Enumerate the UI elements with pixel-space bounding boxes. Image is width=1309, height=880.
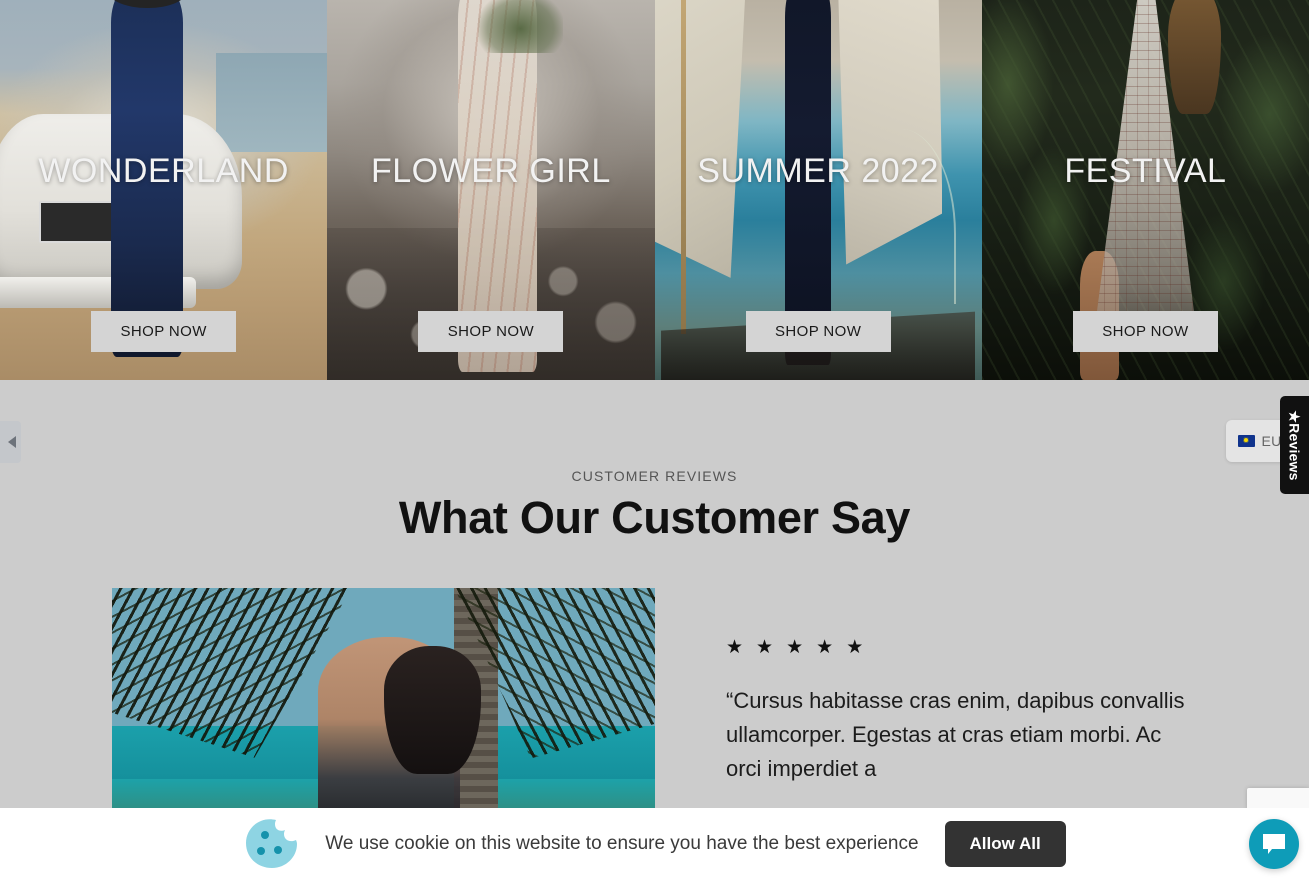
star-icon: ★ bbox=[726, 637, 744, 658]
cookie-consent-bar: We use cookie on this website to ensure … bbox=[0, 808, 1309, 880]
banner-card-summer-2022[interactable]: SUMMER 2022 SHOP NOW bbox=[654, 0, 982, 380]
reviews-side-tab[interactable]: ★Reviews bbox=[1280, 396, 1309, 494]
chat-widget-button[interactable] bbox=[1249, 819, 1299, 869]
page-root: WONDERLAND SHOP NOW FLOWER GIRL SHOP NOW… bbox=[0, 0, 1309, 880]
carousel-prev-button[interactable] bbox=[0, 421, 21, 463]
star-icon: ★ bbox=[786, 637, 804, 658]
star-icon: ★ bbox=[816, 637, 834, 658]
section-eyebrow: CUSTOMER REVIEWS bbox=[571, 468, 738, 484]
banner-title: SUMMER 2022 bbox=[697, 152, 939, 190]
reviews-side-tab-label: ★Reviews bbox=[1287, 409, 1303, 481]
star-icon: ★ bbox=[846, 637, 864, 658]
eu-flag-icon: ✹ bbox=[1237, 435, 1255, 447]
banner-card-wonderland[interactable]: WONDERLAND SHOP NOW bbox=[0, 0, 328, 380]
shop-now-button-summer-2022[interactable]: SHOP NOW bbox=[745, 311, 891, 352]
banner-card-flower-girl[interactable]: FLOWER GIRL SHOP NOW bbox=[327, 0, 655, 380]
recaptcha-badge[interactable] bbox=[1247, 788, 1309, 810]
shop-now-button-wonderland[interactable]: SHOP NOW bbox=[91, 311, 237, 352]
shop-now-button-festival[interactable]: SHOP NOW bbox=[1072, 311, 1218, 352]
rating-stars: ★ ★ ★ ★ ★ bbox=[726, 638, 863, 657]
chat-bubble-icon bbox=[1263, 834, 1285, 854]
testimonial-image bbox=[112, 588, 655, 810]
banner-title: FLOWER GIRL bbox=[371, 152, 611, 190]
star-icon: ★ bbox=[756, 637, 774, 658]
shop-now-button-flower-girl[interactable]: SHOP NOW bbox=[418, 311, 564, 352]
banner-card-festival[interactable]: FESTIVAL SHOP NOW bbox=[981, 0, 1309, 380]
banner-title: FESTIVAL bbox=[1064, 152, 1227, 190]
testimonial-quote: “Cursus habitasse cras enim, dapibus con… bbox=[726, 688, 1185, 781]
category-banner-carousel: WONDERLAND SHOP NOW FLOWER GIRL SHOP NOW… bbox=[0, 0, 1309, 380]
cookie-message: We use cookie on this website to ensure … bbox=[325, 833, 919, 854]
banner-title: WONDERLAND bbox=[38, 152, 289, 190]
allow-all-button[interactable]: Allow All bbox=[944, 821, 1066, 867]
page-title: What Our Customer Say bbox=[398, 492, 911, 543]
chevron-left-icon bbox=[8, 436, 16, 448]
cookie-icon bbox=[246, 819, 298, 868]
